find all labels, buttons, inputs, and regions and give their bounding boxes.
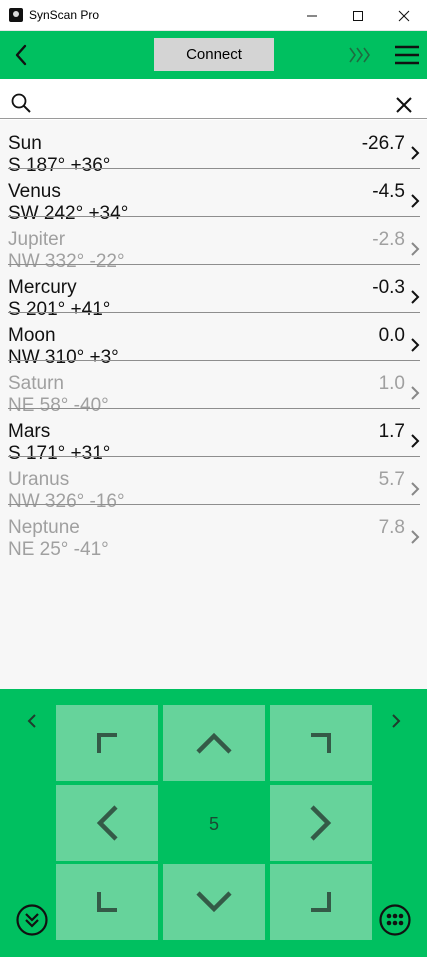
- object-name: Moon: [8, 325, 56, 346]
- pad-left-button[interactable]: [56, 785, 158, 861]
- object-position: NE 25° -41°: [8, 539, 109, 560]
- list-item-neptune[interactable]: Neptune NE 25° -41° 7.8: [0, 504, 427, 560]
- pad-up-left-button[interactable]: [56, 705, 158, 781]
- window-title: SynScan Pro: [29, 8, 100, 22]
- object-name: Venus: [8, 181, 61, 202]
- chevron-right-icon: [411, 386, 420, 400]
- chevron-right-icon: [411, 482, 420, 496]
- arrow-up-left-icon: [97, 733, 117, 753]
- object-magnitude: 0.0: [378, 325, 405, 346]
- maximize-icon: [353, 10, 363, 21]
- clear-icon[interactable]: [395, 96, 413, 114]
- chevron-right-icon: [411, 194, 420, 208]
- object-magnitude: -2.8: [372, 229, 405, 250]
- connect-button[interactable]: Connect: [154, 38, 274, 71]
- object-name: Mercury: [8, 277, 77, 298]
- chevron-right-icon: [411, 338, 420, 352]
- object-magnitude: 1.7: [378, 421, 405, 442]
- app-logo-icon: [9, 8, 23, 22]
- list-item-venus[interactable]: Venus SW 242° +34° -4.5: [0, 168, 427, 224]
- search-bar: [0, 79, 427, 119]
- pad-right-button[interactable]: [270, 785, 372, 861]
- object-magnitude: -26.7: [361, 133, 405, 154]
- object-name: Neptune: [8, 517, 80, 538]
- control-pad: 5: [0, 689, 427, 957]
- arrow-left-icon: [96, 805, 118, 841]
- minimize-button[interactable]: [289, 0, 335, 31]
- chevron-right-icon: [411, 434, 420, 448]
- arrow-right-icon: [310, 805, 332, 841]
- maximize-button[interactable]: [335, 0, 381, 31]
- close-icon: [398, 10, 410, 21]
- list-item-uranus[interactable]: Uranus NW 326° -16° 5.7: [0, 456, 427, 512]
- pad-up-right-button[interactable]: [270, 705, 372, 781]
- list-item-saturn[interactable]: Saturn NE 58° -40° 1.0: [0, 360, 427, 416]
- object-magnitude: 1.0: [378, 373, 405, 394]
- back-arrow-icon[interactable]: [8, 41, 36, 69]
- pad-down-button[interactable]: [163, 864, 265, 940]
- object-list: Sun S 187° +36° -26.7 Venus SW 242° +34°…: [0, 120, 427, 689]
- chevron-right-icon: [411, 530, 420, 544]
- chevron-right-icon[interactable]: [388, 713, 404, 729]
- window-titlebar: SynScan Pro: [0, 0, 427, 31]
- signal-icon[interactable]: [347, 44, 375, 66]
- chevron-left-icon[interactable]: [24, 713, 40, 729]
- arrow-down-left-icon: [97, 892, 117, 912]
- minimize-icon: [307, 15, 317, 16]
- object-magnitude: -0.3: [372, 277, 405, 298]
- object-name: Jupiter: [8, 229, 66, 250]
- chevron-right-icon: [411, 146, 420, 160]
- arrow-up-right-icon: [311, 733, 331, 753]
- list-item-mars[interactable]: Mars S 171° +31° 1.7: [0, 408, 427, 464]
- list-item-mercury[interactable]: Mercury S 201° +41° -0.3: [0, 264, 427, 320]
- object-magnitude: 7.8: [378, 517, 405, 538]
- object-name: Saturn: [8, 373, 64, 394]
- slew-rate-value: 5: [208, 813, 219, 834]
- object-name: Mars: [8, 421, 51, 442]
- pad-up-button[interactable]: [163, 705, 265, 781]
- pad-down-right-button[interactable]: [270, 864, 372, 940]
- keypad-icon[interactable]: [378, 903, 412, 937]
- arrow-down-icon: [196, 891, 232, 913]
- arrow-down-right-icon: [311, 892, 331, 912]
- object-name: Sun: [8, 133, 42, 154]
- chevron-right-icon: [411, 290, 420, 304]
- list-item-jupiter[interactable]: Jupiter NW 332° -22° -2.8: [0, 216, 427, 272]
- arrow-up-icon: [196, 732, 232, 754]
- close-window-button[interactable]: [381, 0, 427, 31]
- object-magnitude: 5.7: [378, 469, 405, 490]
- object-magnitude: -4.5: [372, 181, 405, 202]
- search-input[interactable]: [38, 87, 378, 113]
- list-item-moon[interactable]: Moon NW 310° +3° 0.0: [0, 312, 427, 368]
- chevron-right-icon: [411, 242, 420, 256]
- object-name: Uranus: [8, 469, 70, 490]
- pad-down-left-button[interactable]: [56, 864, 158, 940]
- list-item-sun[interactable]: Sun S 187° +36° -26.7: [0, 120, 427, 176]
- hamburger-menu-icon[interactable]: [393, 42, 421, 68]
- search-icon: [11, 93, 31, 113]
- collapse-icon[interactable]: [15, 903, 49, 937]
